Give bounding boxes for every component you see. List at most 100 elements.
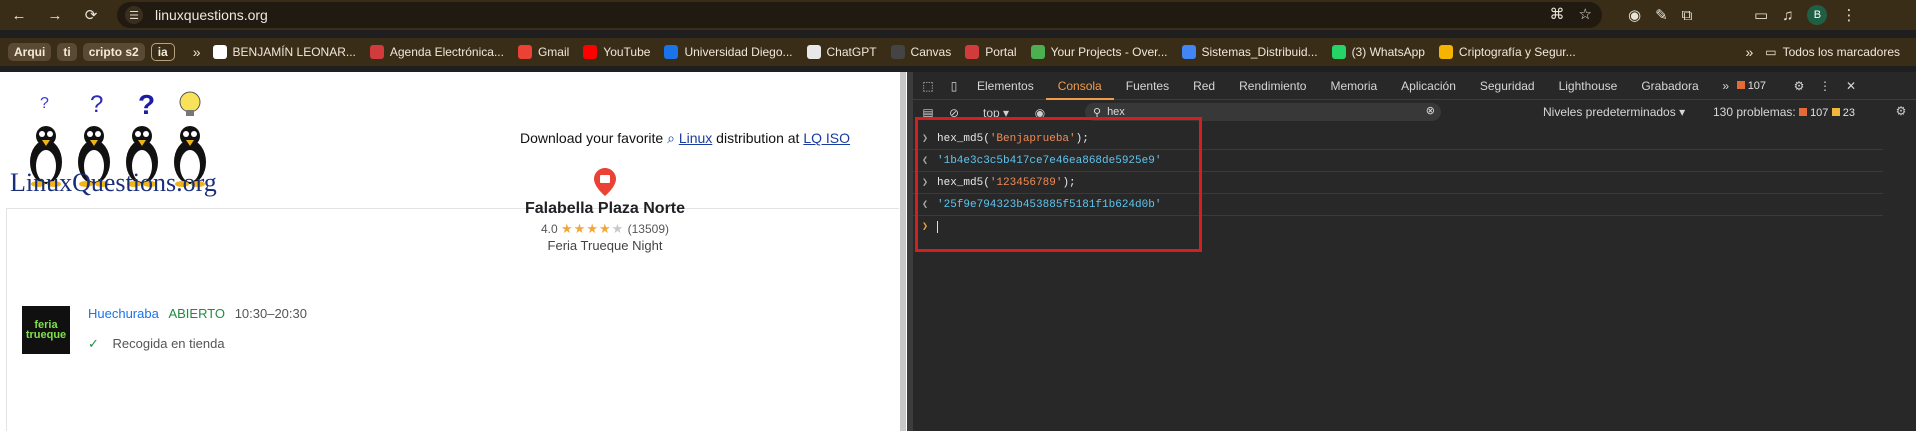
map-pin-icon xyxy=(594,168,616,196)
more-tabs-icon[interactable]: » xyxy=(1715,79,1737,93)
store-name[interactable]: Falabella Plaza Norte xyxy=(440,200,770,218)
store-thumbnail[interactable]: feria trueque xyxy=(22,306,70,354)
gmail-icon xyxy=(517,45,532,59)
reload-icon[interactable]: ⟳ xyxy=(80,4,102,26)
bookmark-label: ChatGPT xyxy=(826,45,877,59)
bookmark-item[interactable]: YouTube xyxy=(583,45,650,59)
bookmark-list: BENJAMÍN LEONAR... Agenda Electrónica... G… xyxy=(212,45,1590,59)
devtools-menu-icon[interactable]: ⋮ xyxy=(1814,79,1836,93)
lq-iso-link[interactable]: LQ ISO xyxy=(803,130,850,146)
site-name[interactable]: LinuxQuestions.org xyxy=(10,168,217,198)
url-text[interactable]: linuxquestions.org xyxy=(155,7,268,23)
bookmark-folder-cripto[interactable]: cripto s2 xyxy=(82,43,145,61)
bookmark-item[interactable]: (3) WhatsApp xyxy=(1331,45,1425,59)
bookmarks-more-icon[interactable]: » xyxy=(1745,44,1753,60)
tab-red[interactable]: Red xyxy=(1181,72,1227,100)
branch-status: ABIERTO xyxy=(168,306,226,321)
tab-memoria[interactable]: Memoria xyxy=(1318,72,1389,100)
rating-stars: ★★★★★ xyxy=(561,221,624,236)
devtools-panel: ⬚ ▯ Elementos Consola Fuentes Red Rendimient… xyxy=(913,72,1916,431)
bookmark-folder-ti[interactable]: ti xyxy=(57,43,77,61)
page-scrollbar[interactable] xyxy=(900,72,906,431)
bookmark-item[interactable]: Sistemas_Distribuid... xyxy=(1181,45,1318,59)
bookmarks-bar: Arqui ti cripto s2 ia » BENJAMÍN LEONAR.… xyxy=(0,38,1916,66)
devtools-tab-list: Elementos Consola Fuentes Red Rendimiento Mem… xyxy=(965,72,1711,100)
extensions-area: ◉ ✎ ⧉ xyxy=(1628,4,1692,26)
site-info-icon[interactable]: ☰ xyxy=(125,6,143,24)
tab-grabadora[interactable]: Grabadora xyxy=(1629,72,1710,100)
bookmark-label: Agenda Electrónica... xyxy=(389,45,504,59)
clear-filter-icon[interactable]: ⊗ xyxy=(1426,104,1435,117)
tab-consola[interactable]: Consola xyxy=(1045,72,1114,100)
profile-avatar[interactable]: B xyxy=(1807,5,1828,25)
bookmark-item[interactable]: Gmail xyxy=(517,45,570,59)
svg-text:?: ? xyxy=(90,91,103,118)
store-subtitle: Feria Trueque Night xyxy=(547,238,663,253)
linux-link[interactable]: Linux xyxy=(679,130,712,146)
whatsapp-icon xyxy=(1331,45,1346,59)
drive-icon xyxy=(1438,45,1453,59)
media-icon[interactable]: ♫ xyxy=(1782,7,1793,24)
back-icon[interactable]: ← xyxy=(8,4,30,26)
forward-icon[interactable]: → xyxy=(44,4,66,26)
bookmark-label: Canvas xyxy=(910,45,952,59)
bookmark-label: Criptografía y Segur... xyxy=(1458,45,1576,59)
menu-kebab-icon[interactable]: ⋮ xyxy=(1841,6,1856,24)
pickup-option: ✓ Recogida en tienda xyxy=(88,336,225,352)
inspect-icon[interactable]: ⬚ xyxy=(917,79,939,93)
bookmark-label: Sistemas_Distribuid... xyxy=(1201,45,1318,59)
bookmark-label: BENJAMÍN LEONAR... xyxy=(232,45,356,59)
pencil-extension-icon[interactable]: ✎ xyxy=(1655,6,1668,24)
browser-toolbar: ← → ⟳ ☰ linuxquestions.org ⌘ ☆ ◉ ✎ ⧉ ▭ ♫… xyxy=(0,0,1916,30)
star-icon: ★ xyxy=(598,221,612,236)
bookmark-item[interactable]: Universidad Diego... xyxy=(664,45,793,59)
bookmark-item[interactable]: Your Projects - Over... xyxy=(1030,45,1168,59)
udp-icon xyxy=(369,45,384,59)
tab-rendimiento[interactable]: Rendimiento xyxy=(1227,72,1318,100)
close-devtools-icon[interactable]: ✕ xyxy=(1840,79,1862,93)
branch-name[interactable]: Huechuraba xyxy=(88,306,159,321)
bookmark-item[interactable]: Criptografía y Segur... xyxy=(1438,45,1576,59)
udp-icon xyxy=(965,45,980,59)
rating-count: (13509) xyxy=(627,222,670,236)
bookmark-label: (3) WhatsApp xyxy=(1351,45,1425,59)
download-mid-text: distribution at xyxy=(716,130,800,146)
tab-lighthouse[interactable]: Lighthouse xyxy=(1547,72,1630,100)
bookmark-label: Gmail xyxy=(537,45,570,59)
problems-counter[interactable]: 130 problemas: 107 23 xyxy=(1713,105,1855,119)
log-levels-dropdown[interactable]: Niveles predeterminados ▾ xyxy=(1543,105,1685,119)
bookmark-item[interactable]: BENJAMÍN LEONAR... xyxy=(212,45,356,59)
bookmark-folder-arqui[interactable]: Arqui xyxy=(8,43,52,61)
tab-seguridad[interactable]: Seguridad xyxy=(1468,72,1547,100)
youtube-icon xyxy=(583,45,598,59)
extension-icon[interactable]: ◉ xyxy=(1628,6,1641,24)
tab-fuentes[interactable]: Fuentes xyxy=(1114,72,1181,100)
bookmark-star-icon[interactable]: ☆ xyxy=(1579,5,1592,23)
star-icon: ★ xyxy=(561,221,574,236)
bookmark-item[interactable]: Portal xyxy=(965,45,1017,59)
error-badge[interactable]: 107 xyxy=(1736,80,1766,92)
puzzle-icon[interactable]: ⧉ xyxy=(1682,7,1693,24)
bookmark-item[interactable]: Canvas xyxy=(890,45,952,59)
toolbar-right: ▭ ♫ B ⋮ xyxy=(1754,4,1856,26)
translate-icon[interactable]: ⌘ xyxy=(1550,5,1565,23)
tab-elementos[interactable]: Elementos xyxy=(965,72,1046,100)
reading-list-icon[interactable]: ▭ xyxy=(1754,6,1768,24)
console-settings-icon[interactable]: ⚙ xyxy=(1890,104,1912,118)
bookmark-item[interactable]: ChatGPT xyxy=(806,45,877,59)
highlight-box xyxy=(915,117,1202,252)
canvas-icon xyxy=(890,45,905,59)
store-rating: 4.0 ★★★★★ (13509) xyxy=(440,221,770,237)
bookmark-item[interactable]: Agenda Electrónica... xyxy=(369,45,504,59)
overleaf-icon xyxy=(1030,45,1045,59)
pickup-label: Recogida en tienda xyxy=(112,336,225,351)
bookmark-label: Portal xyxy=(985,45,1017,59)
tab-aplicacion[interactable]: Aplicación xyxy=(1389,72,1468,100)
bookmarks-overflow-icon[interactable]: » xyxy=(193,44,201,60)
address-bar[interactable]: ☰ linuxquestions.org ⌘ ☆ xyxy=(117,2,1602,28)
bookmark-folder-ia[interactable]: ia xyxy=(150,43,175,61)
settings-gear-icon[interactable]: ⚙ xyxy=(1788,79,1810,93)
device-toolbar-icon[interactable]: ▯ xyxy=(943,79,965,93)
all-bookmarks-link[interactable]: Todos los marcadores xyxy=(1783,45,1900,59)
chatgpt-icon xyxy=(806,45,821,59)
